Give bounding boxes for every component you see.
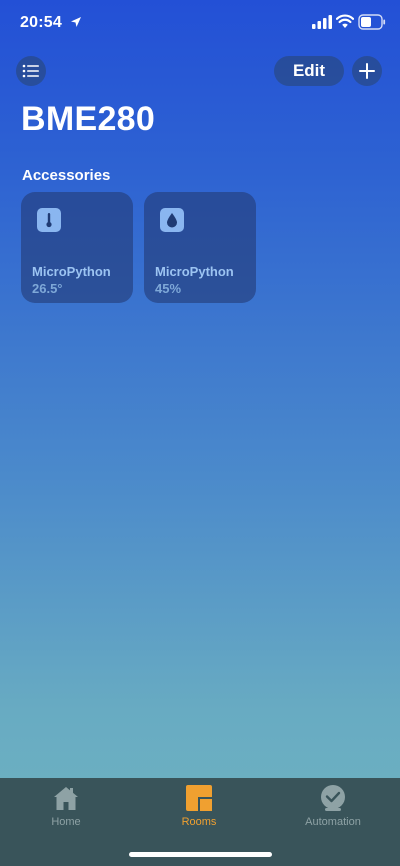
water-drop-icon: [160, 208, 184, 232]
tab-label: Home: [51, 816, 81, 828]
battery-icon: [358, 14, 386, 30]
accessory-name: MicroPython: [155, 264, 234, 279]
tab-rooms[interactable]: Rooms: [144, 784, 254, 834]
status-bar: 20:54: [0, 0, 400, 48]
tab-label: Automation: [305, 816, 361, 828]
page-title: BME280: [21, 100, 156, 138]
home-indicator[interactable]: [129, 852, 272, 857]
list-icon: [22, 64, 39, 78]
home-icon: [54, 787, 78, 810]
location-arrow-icon: [71, 17, 81, 27]
thermometer-icon: [37, 208, 61, 232]
add-button[interactable]: [352, 56, 382, 86]
edit-button[interactable]: Edit: [274, 56, 344, 86]
accessory-name: MicroPython: [32, 264, 111, 279]
status-time: 20:54: [20, 14, 62, 31]
accessory-tile-humidity[interactable]: MicroPython 45%: [144, 192, 256, 303]
section-title: Accessories: [22, 167, 111, 184]
menu-button[interactable]: [16, 56, 46, 86]
tab-automation[interactable]: Automation: [278, 784, 388, 834]
tab-home[interactable]: Home: [11, 784, 121, 834]
home-app-screen: 20:54 Edit BME280 Accessories MicroPytho…: [0, 0, 400, 866]
rooms-icon: [186, 785, 212, 811]
accessory-value: 26.5°: [32, 281, 63, 296]
wifi-icon: [336, 14, 354, 28]
automation-icon: [321, 785, 345, 811]
cellular-signal-icon: [312, 15, 332, 29]
accessory-tile-temperature[interactable]: MicroPython 26.5°: [21, 192, 133, 303]
plus-icon: [359, 63, 375, 79]
accessory-value: 45%: [155, 281, 182, 296]
tab-label: Rooms: [181, 816, 217, 828]
